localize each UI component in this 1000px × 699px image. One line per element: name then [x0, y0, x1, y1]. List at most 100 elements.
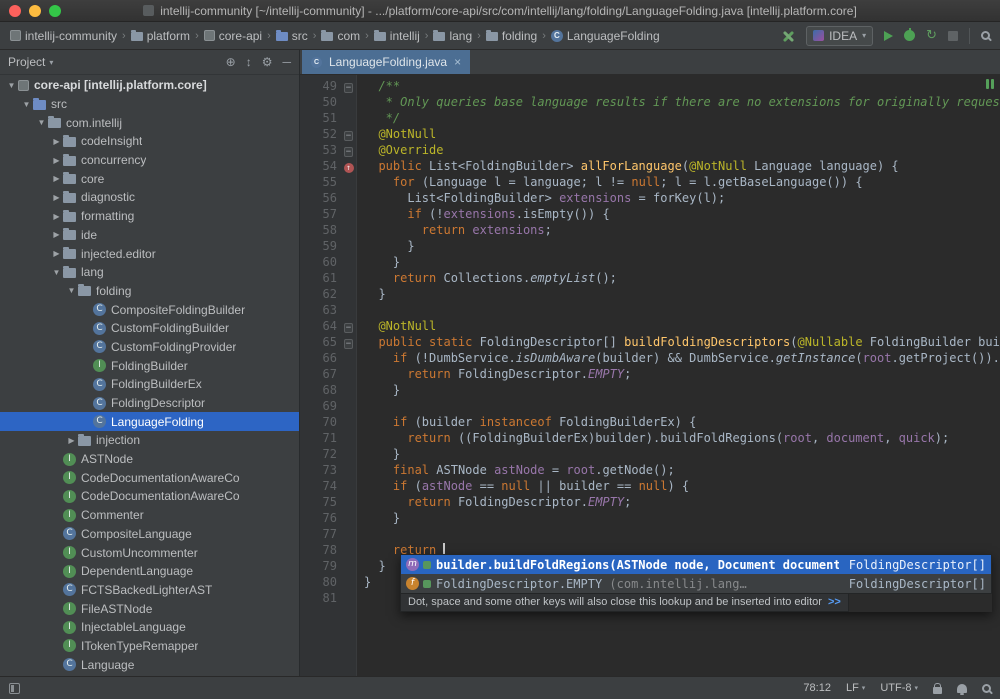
fold-marker-icon[interactable]: −	[341, 78, 357, 94]
tree-item-languagefolding[interactable]: C LanguageFolding	[0, 412, 299, 432]
chevron-down-icon[interactable]: ▼	[65, 286, 78, 295]
breadcrumb-intellij-community[interactable]: intellij-community	[8, 28, 119, 44]
stop-button[interactable]	[948, 30, 958, 41]
tree-item-core[interactable]: ▶ core	[0, 169, 299, 188]
project-panel-title[interactable]: Project	[8, 55, 45, 69]
tree-item-fctsbackedlighterast[interactable]: C FCTSBackedLighterAST	[0, 581, 299, 600]
tree-item-customfoldingprovider[interactable]: C CustomFoldingProvider	[0, 338, 299, 357]
code-line-76[interactable]: 76 }	[300, 510, 1000, 526]
breadcrumb-core-api[interactable]: core-api	[202, 28, 264, 44]
rerun-icon[interactable]: ↻	[926, 29, 937, 42]
code-line-65[interactable]: 65− public static FoldingDescriptor[] bu…	[300, 334, 1000, 350]
code-line-60[interactable]: 60 }	[300, 254, 1000, 270]
fold-marker-icon[interactable]: −	[341, 126, 357, 142]
code-line-59[interactable]: 59 }	[300, 238, 1000, 254]
run-button[interactable]	[884, 30, 894, 41]
fold-marker-icon[interactable]: −	[341, 142, 357, 158]
debug-button[interactable]	[904, 28, 916, 41]
tree-item-foldingbuilderex[interactable]: C FoldingBuilderEx	[0, 375, 299, 394]
tree-item-folding[interactable]: ▼ folding	[0, 282, 299, 301]
tree-item-language[interactable]: C Language	[0, 655, 299, 674]
tab-languagefolding-java[interactable]: C LanguageFolding.java ×	[302, 50, 471, 74]
code-line-54[interactable]: 54 ↑ public List<FoldingBuilder> allForLa…	[300, 158, 1000, 174]
code-line-73[interactable]: 73 final ASTNode astNode = root.getNode(…	[300, 462, 1000, 478]
completion-hint-link[interactable]: >>	[828, 596, 841, 608]
code-line-70[interactable]: 70 if (builder instanceof FoldingBuilder…	[300, 414, 1000, 430]
tree-item-diagnostic[interactable]: ▶ diagnostic	[0, 188, 299, 207]
tree-item-dependentlanguage[interactable]: I DependentLanguage	[0, 562, 299, 581]
fold-marker-icon[interactable]: −	[341, 318, 357, 334]
breadcrumb-src[interactable]: src	[274, 28, 310, 44]
code-line-68[interactable]: 68 }	[300, 382, 1000, 398]
breadcrumb-languagefolding[interactable]: C LanguageFolding	[549, 28, 662, 44]
breadcrumb-lang[interactable]: lang	[431, 28, 474, 44]
code-line-63[interactable]: 63	[300, 302, 1000, 318]
chevron-right-icon[interactable]: ▶	[50, 230, 63, 239]
caret-position-widget[interactable]: 78:12	[803, 682, 831, 694]
build-tools-icon[interactable]	[781, 29, 795, 43]
locate-file-icon[interactable]: ⊕	[226, 55, 236, 69]
chevron-right-icon[interactable]: ▶	[50, 174, 63, 183]
tree-item-src[interactable]: ▼ src	[0, 95, 299, 114]
tree-item-codedocumentationawareco[interactable]: I CodeDocumentationAwareCo	[0, 468, 299, 487]
tree-item-compositelanguage[interactable]: C CompositeLanguage	[0, 525, 299, 544]
code-line-49[interactable]: 49− /**	[300, 78, 1000, 94]
code-line-66[interactable]: 66 if (!DumbService.isDumbAware(builder)…	[300, 350, 1000, 366]
code-line-61[interactable]: 61 return Collections.emptyList();	[300, 270, 1000, 286]
line-separator-widget[interactable]: LF ▾	[846, 682, 865, 694]
fold-marker-icon[interactable]: −	[341, 334, 357, 350]
collapse-all-icon[interactable]: ↕	[246, 55, 252, 69]
chevron-right-icon[interactable]: ▶	[65, 436, 78, 445]
tree-item-com-intellij[interactable]: ▼ com.intellij	[0, 113, 299, 132]
notifications-bell-icon[interactable]	[957, 683, 967, 695]
chevron-right-icon[interactable]: ▶	[50, 193, 63, 202]
chevron-down-icon[interactable]: ▼	[20, 100, 33, 109]
code-line-62[interactable]: 62 }	[300, 286, 1000, 302]
tree-item-codedocumentationawareco[interactable]: I CodeDocumentationAwareCo	[0, 487, 299, 506]
code-line-57[interactable]: 57 if (!extensions.isEmpty()) {	[300, 206, 1000, 222]
toolwindow-toggle-icon[interactable]	[9, 682, 20, 694]
chevron-down-icon[interactable]: ▾	[49, 58, 53, 67]
tree-item-astnode[interactable]: I ASTNode	[0, 450, 299, 469]
tree-item-commenter[interactable]: I Commenter	[0, 506, 299, 525]
tree-item-core-api-intellij-platform-core[interactable]: ▼ core-api [intellij.platform.core]	[0, 76, 299, 95]
close-window-icon[interactable]	[9, 5, 21, 17]
tree-item-injection[interactable]: ▶ injection	[0, 431, 299, 450]
tree-item-ide[interactable]: ▶ ide	[0, 226, 299, 245]
fullscreen-window-icon[interactable]	[49, 5, 61, 17]
tree-item-customuncommenter[interactable]: I CustomUncommenter	[0, 543, 299, 562]
chevron-right-icon[interactable]: ▶	[50, 212, 63, 221]
chevron-down-icon[interactable]: ▼	[50, 268, 63, 277]
chevron-down-icon[interactable]: ▼	[5, 81, 18, 90]
tree-item-injected-editor[interactable]: ▶ injected.editor	[0, 244, 299, 263]
run-configuration-combo[interactable]: IDEA ▾	[806, 25, 874, 46]
tree-item-lang[interactable]: ▼ lang	[0, 263, 299, 282]
chevron-right-icon[interactable]: ▶	[50, 249, 63, 258]
tree-item-itokentyperemapper[interactable]: I ITokenTypeRemapper	[0, 637, 299, 656]
code-line-74[interactable]: 74 if (astNode == null || builder == nul…	[300, 478, 1000, 494]
chevron-right-icon[interactable]: ▶	[50, 137, 63, 146]
breadcrumb-platform[interactable]: platform	[129, 28, 192, 44]
tree-item-formatting[interactable]: ▶ formatting	[0, 207, 299, 226]
zoom-icon[interactable]	[982, 683, 991, 693]
code-line-55[interactable]: 55 for (Language l = language; l != null…	[300, 174, 1000, 190]
tree-item-foldingbuilder[interactable]: I FoldingBuilder	[0, 356, 299, 375]
code-line-56[interactable]: 56 List<FoldingBuilder> extensions = for…	[300, 190, 1000, 206]
completion-item-foldingdescriptor-empty[interactable]: f FoldingDescriptor.EMPTY (com.intellij.l…	[401, 574, 991, 593]
inspection-indicator-icon[interactable]	[986, 79, 994, 89]
code-line-69[interactable]: 69	[300, 398, 1000, 414]
code-line-50[interactable]: 50 * Only queries base language results …	[300, 94, 1000, 110]
breadcrumb-folding[interactable]: folding	[484, 28, 539, 44]
hide-panel-icon[interactable]: ─	[282, 55, 291, 69]
breadcrumb-intellij[interactable]: intellij	[372, 28, 422, 44]
code-line-51[interactable]: 51 */	[300, 110, 1000, 126]
tree-item-concurrency[interactable]: ▶ concurrency	[0, 151, 299, 170]
minimize-window-icon[interactable]	[29, 5, 41, 17]
chevron-right-icon[interactable]: ▶	[50, 156, 63, 165]
code-line-67[interactable]: 67 return FoldingDescriptor.EMPTY;	[300, 366, 1000, 382]
tree-item-customfoldingbuilder[interactable]: C CustomFoldingBuilder	[0, 319, 299, 338]
tree-item-compositefoldingbuilder[interactable]: C CompositeFoldingBuilder	[0, 300, 299, 319]
tree-item-codeinsight[interactable]: ▶ codeInsight	[0, 132, 299, 151]
code-line-72[interactable]: 72 }	[300, 446, 1000, 462]
tree-item-injectablelanguage[interactable]: I InjectableLanguage	[0, 618, 299, 637]
